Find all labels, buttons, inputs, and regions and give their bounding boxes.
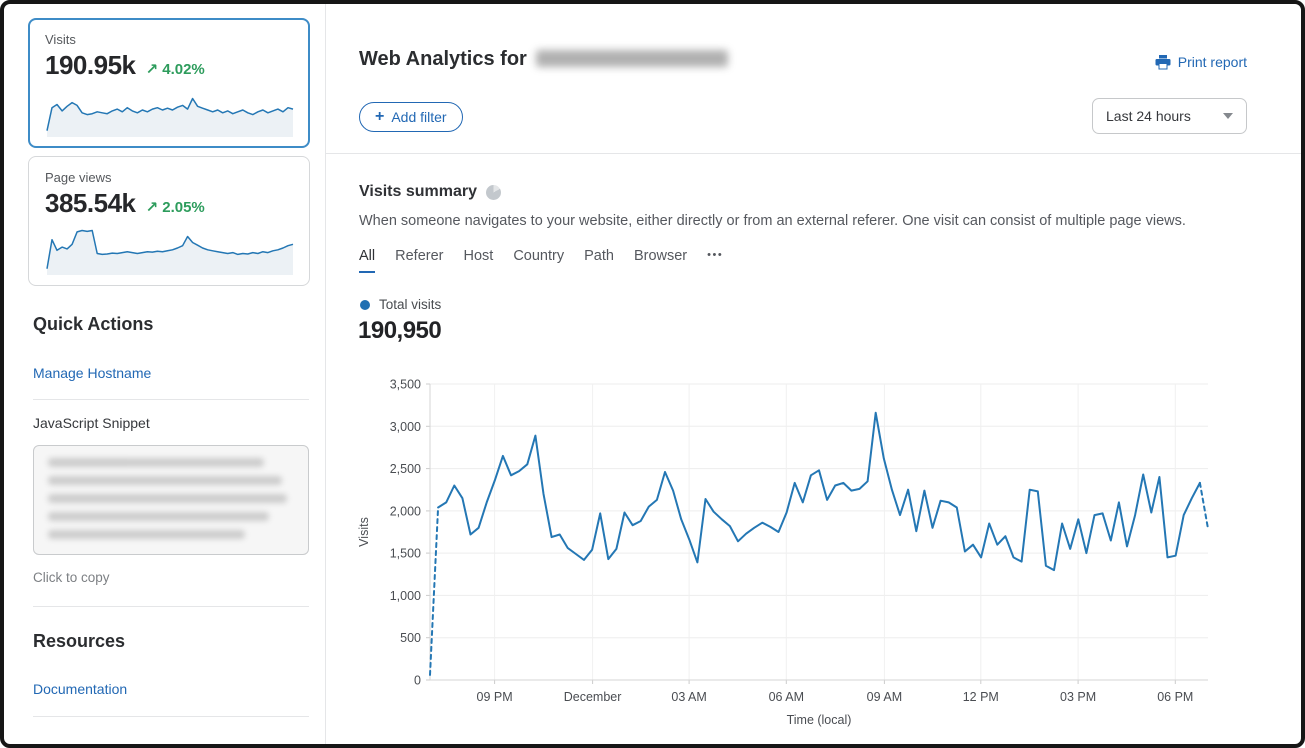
svg-text:1,500: 1,500: [390, 547, 421, 561]
tab-country[interactable]: Country: [513, 248, 564, 273]
tab-host[interactable]: Host: [463, 248, 493, 273]
pageviews-card-value: 385.54k: [45, 188, 135, 219]
visits-summary-description: When someone navigates to your website, …: [359, 213, 1186, 229]
visits-line-chart: 0 500 1,000 1,500 2,000 2,500 3,000 3,500 09 PM D…: [354, 368, 1214, 741]
print-report-link[interactable]: Print report: [1155, 54, 1247, 70]
documentation-link[interactable]: Documentation: [33, 681, 127, 697]
blurred-code-line: [48, 512, 269, 521]
visits-card-label: Visits: [45, 32, 293, 47]
svg-text:3,000: 3,000: [390, 420, 421, 434]
divider: [33, 399, 309, 400]
svg-text:0: 0: [414, 674, 421, 688]
plus-icon: +: [375, 109, 384, 125]
app-window: Visits 190.95k ↗ 4.02% Page views 385.54…: [0, 0, 1305, 748]
blurred-code-line: [48, 530, 245, 539]
header-divider: [326, 153, 1301, 154]
trend-up-icon: ↗: [145, 199, 158, 216]
svg-text:12 PM: 12 PM: [963, 690, 999, 704]
blurred-domain-name: [536, 50, 728, 67]
javascript-snippet-label: JavaScript Snippet: [33, 415, 309, 431]
pageviews-metric-card[interactable]: Page views 385.54k ↗ 2.05%: [28, 156, 310, 286]
visits-sparkline-chart: [45, 85, 295, 137]
svg-text:Visits: Visits: [357, 517, 371, 547]
pageviews-sparkline-chart: [45, 223, 295, 275]
svg-text:1,000: 1,000: [390, 589, 421, 603]
caret-down-icon: [1223, 113, 1233, 119]
tab-referer[interactable]: Referer: [395, 248, 443, 273]
svg-text:2,000: 2,000: [390, 504, 421, 518]
svg-text:09 AM: 09 AM: [867, 690, 902, 704]
svg-text:09 PM: 09 PM: [477, 690, 513, 704]
pie-help-icon[interactable]: [486, 185, 501, 200]
manage-hostname-link[interactable]: Manage Hostname: [33, 365, 151, 381]
printer-icon: [1155, 55, 1171, 70]
main-panel: Web Analytics for Print report + Add fil…: [326, 4, 1301, 744]
blurred-code-line: [48, 476, 282, 485]
summary-tabs: All Referer Host Country Path Browser ••…: [359, 248, 723, 273]
svg-text:500: 500: [400, 631, 421, 645]
add-filter-button[interactable]: + Add filter: [359, 102, 463, 132]
chart-legend: Total visits: [360, 297, 441, 312]
svg-text:06 PM: 06 PM: [1157, 690, 1193, 704]
pageviews-card-label: Page views: [45, 170, 293, 185]
visits-summary-heading: Visits summary: [359, 183, 501, 201]
legend-label: Total visits: [379, 297, 441, 312]
visits-metric-card[interactable]: Visits 190.95k ↗ 4.02%: [28, 18, 310, 148]
divider: [33, 716, 309, 717]
tab-browser[interactable]: Browser: [634, 248, 687, 273]
click-to-copy-hint: Click to copy: [33, 570, 309, 585]
resources-heading: Resources: [33, 631, 309, 652]
blurred-code-line: [48, 494, 287, 503]
trend-up-icon: ↗: [145, 61, 158, 78]
pageviews-card-delta: ↗ 2.05%: [145, 198, 204, 216]
svg-text:2,500: 2,500: [390, 462, 421, 476]
total-visits-value: 190,950: [358, 317, 441, 345]
time-range-value: Last 24 hours: [1106, 108, 1191, 124]
quick-actions-heading: Quick Actions: [33, 314, 309, 335]
visits-card-delta: ↗ 4.02%: [145, 60, 204, 78]
time-range-dropdown[interactable]: Last 24 hours: [1092, 98, 1247, 134]
divider: [33, 606, 309, 607]
svg-text:December: December: [564, 690, 622, 704]
svg-text:03 AM: 03 AM: [671, 690, 706, 704]
sidebar: Quick Actions Manage Hostname JavaScript…: [33, 314, 309, 717]
visits-card-value: 190.95k: [45, 50, 135, 81]
tab-more[interactable]: •••: [707, 249, 723, 273]
javascript-snippet-code-box[interactable]: [33, 445, 309, 555]
svg-text:3,500: 3,500: [390, 378, 421, 392]
page-title: Web Analytics for: [359, 48, 728, 71]
svg-text:Time (local): Time (local): [787, 713, 852, 727]
tab-path[interactable]: Path: [584, 248, 614, 273]
tab-all[interactable]: All: [359, 248, 375, 273]
svg-text:06 AM: 06 AM: [769, 690, 804, 704]
legend-dot-icon: [360, 300, 370, 310]
svg-text:03 PM: 03 PM: [1060, 690, 1096, 704]
blurred-code-line: [48, 458, 264, 467]
